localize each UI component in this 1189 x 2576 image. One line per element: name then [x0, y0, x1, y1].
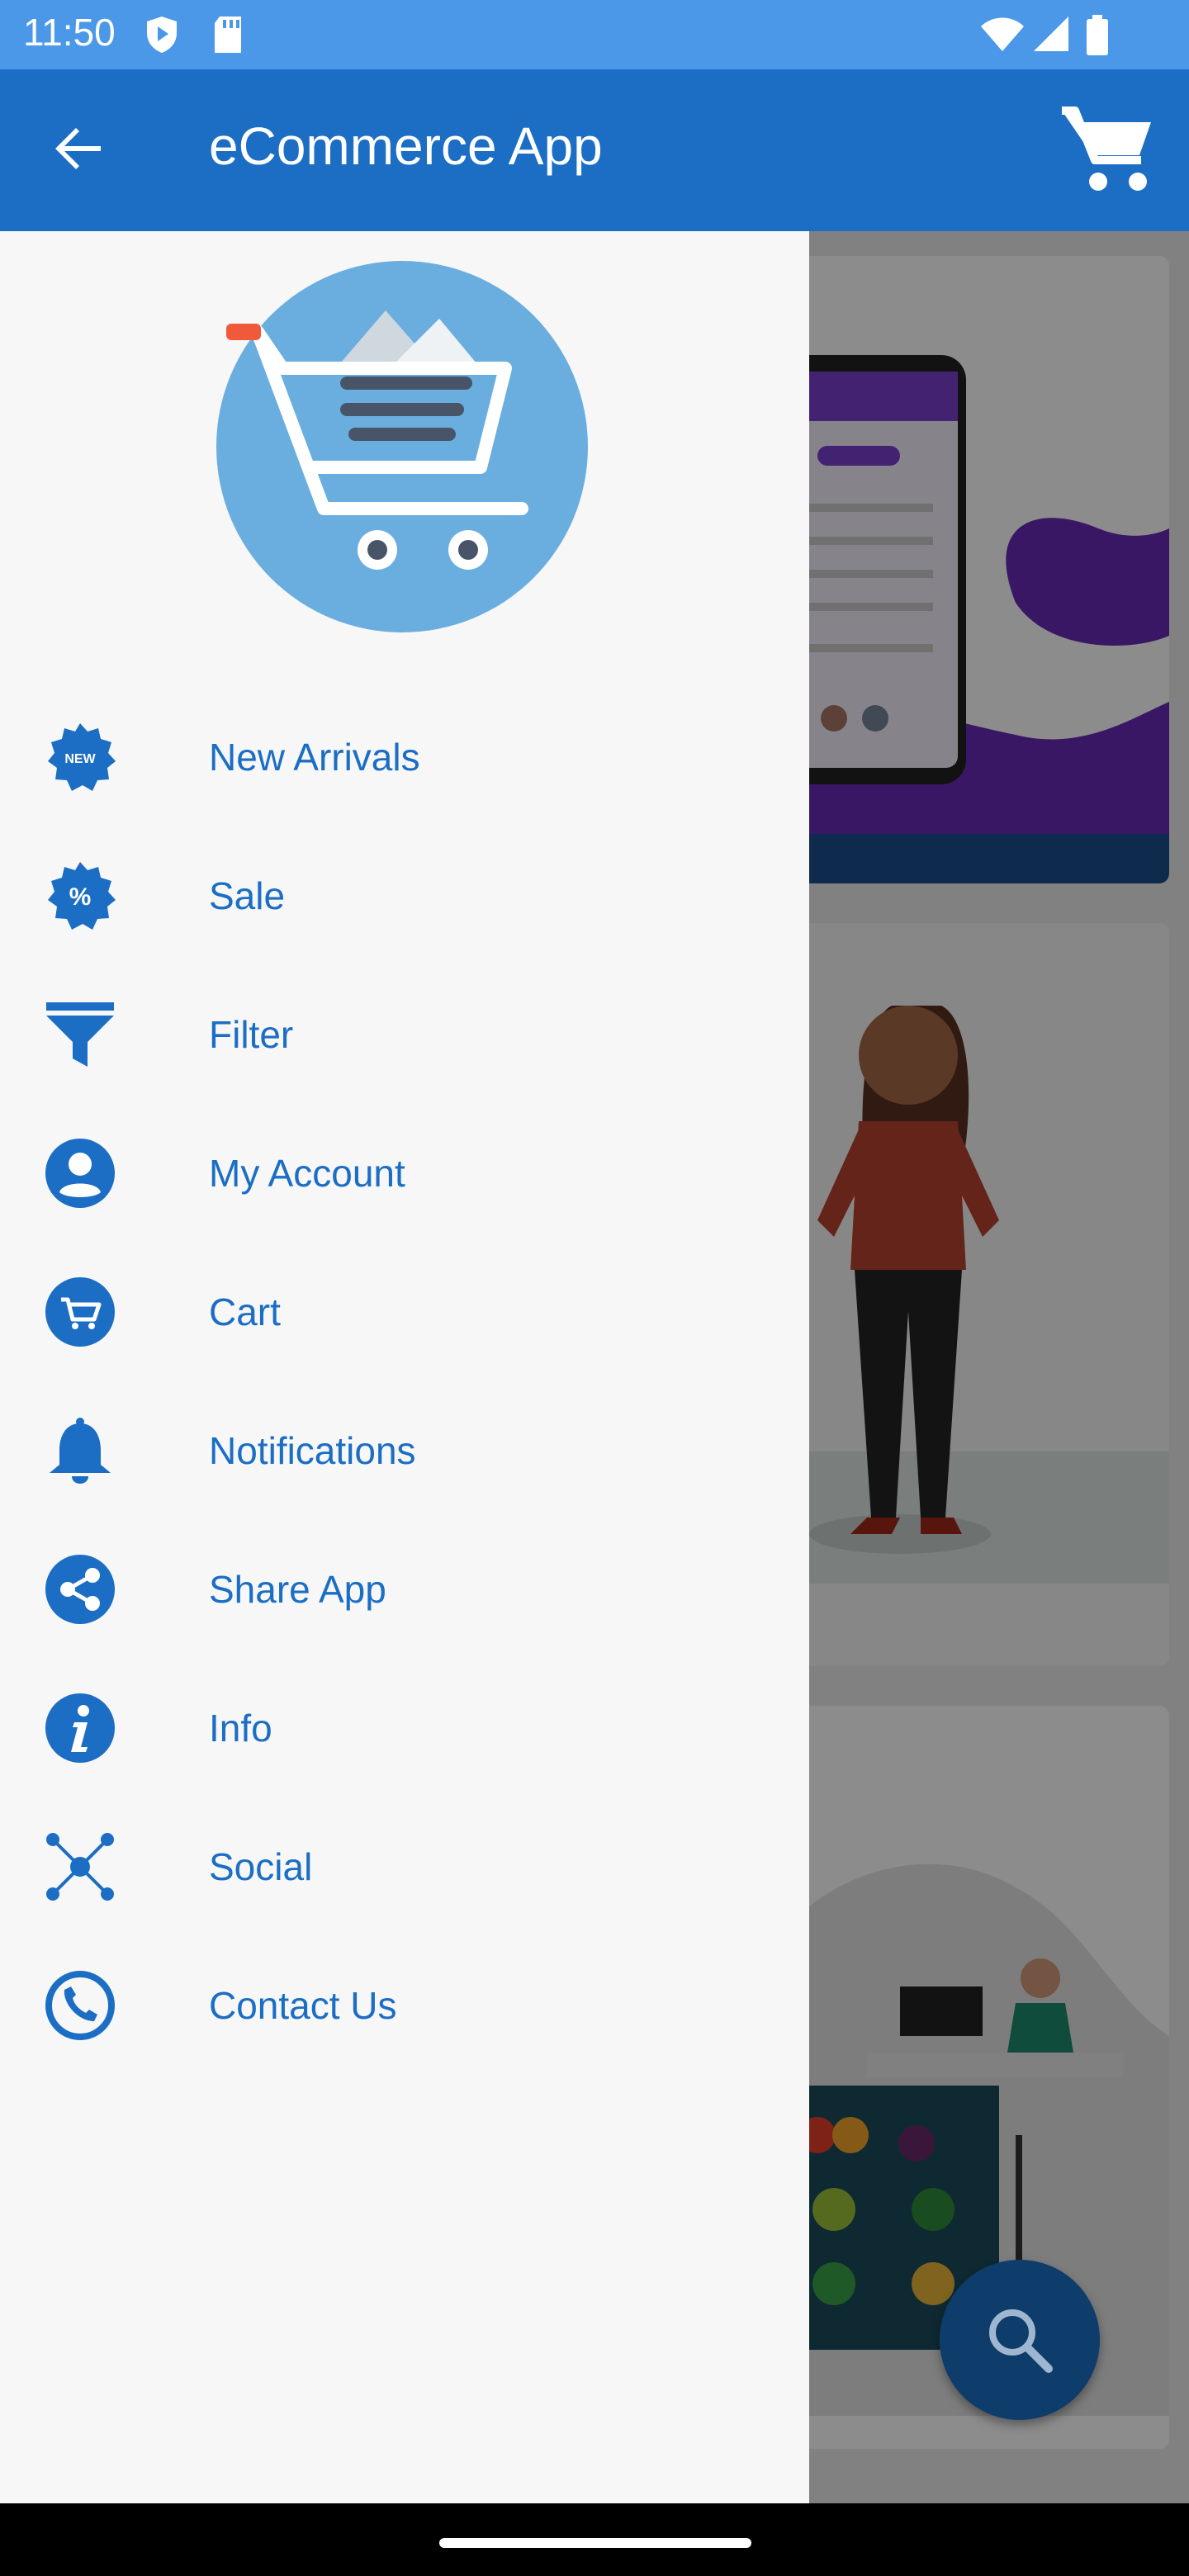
- sd-card-icon: [215, 17, 241, 53]
- search-icon: [989, 2309, 1053, 2373]
- share-circle-icon: [45, 1555, 115, 1624]
- menu-item-share-app[interactable]: Share App: [0, 1527, 809, 1651]
- wifi-icon: [981, 17, 1024, 51]
- shopping-cart-logo: [216, 261, 588, 632]
- menu-label-share-app: Share App: [209, 1568, 386, 1611]
- menu-item-cart[interactable]: Cart: [0, 1250, 809, 1374]
- menu-label-sale: Sale: [209, 874, 286, 917]
- app-title: eCommerce App: [209, 116, 603, 176]
- system-nav-bar: [0, 2503, 1189, 2576]
- menu-label-cart: Cart: [209, 1290, 281, 1333]
- menu-item-contact-us[interactable]: Contact Us: [0, 1944, 809, 2067]
- menu-item-sale[interactable]: % Sale: [0, 834, 809, 958]
- account-circle-icon: [45, 1139, 115, 1208]
- filter-funnel-icon: [46, 1002, 114, 1067]
- menu-item-my-account[interactable]: My Account: [0, 1111, 809, 1235]
- menu-label-contact-us: Contact Us: [209, 1984, 397, 2027]
- info-circle-icon: [45, 1693, 115, 1763]
- menu-item-new-arrivals[interactable]: NEW New Arrivals: [0, 695, 809, 819]
- app-bar: eCommerce App: [0, 69, 1189, 231]
- back-arrow-icon[interactable]: [46, 116, 112, 182]
- menu-item-filter[interactable]: Filter: [0, 973, 809, 1096]
- home-gesture-pill[interactable]: [439, 2538, 751, 2548]
- menu-label-notifications: Notifications: [209, 1429, 416, 1472]
- phone-circle-icon: [45, 1971, 115, 2040]
- play-protect-icon: [147, 17, 177, 53]
- battery-icon: [1087, 15, 1108, 55]
- cart-circle-icon: [45, 1277, 115, 1347]
- menu-item-social[interactable]: Social: [0, 1805, 809, 1929]
- cart-icon[interactable]: [1059, 106, 1158, 195]
- percent-badge-icon: %: [48, 862, 116, 930]
- menu-item-info[interactable]: Info: [0, 1666, 809, 1790]
- search-fab[interactable]: [940, 2260, 1100, 2420]
- cell-signal-icon: [1034, 17, 1068, 51]
- sale-badge-text: %: [69, 883, 92, 911]
- status-bar: 11:50: [0, 0, 1189, 69]
- menu-label-new-arrivals: New Arrivals: [209, 736, 420, 779]
- menu-item-notifications[interactable]: Notifications: [0, 1389, 809, 1513]
- menu-label-my-account: My Account: [209, 1152, 405, 1195]
- menu-label-info: Info: [209, 1707, 272, 1750]
- social-network-icon: [46, 1833, 114, 1901]
- new-badge-text: NEW: [64, 752, 96, 766]
- bell-icon: [50, 1418, 111, 1484]
- new-badge-icon: NEW: [48, 723, 116, 791]
- menu-label-social: Social: [209, 1845, 313, 1888]
- navigation-drawer: NEW New Arrivals % Sale Filter My Accoun…: [0, 231, 809, 2503]
- menu-label-filter: Filter: [209, 1013, 294, 1056]
- status-time: 11:50: [23, 11, 116, 54]
